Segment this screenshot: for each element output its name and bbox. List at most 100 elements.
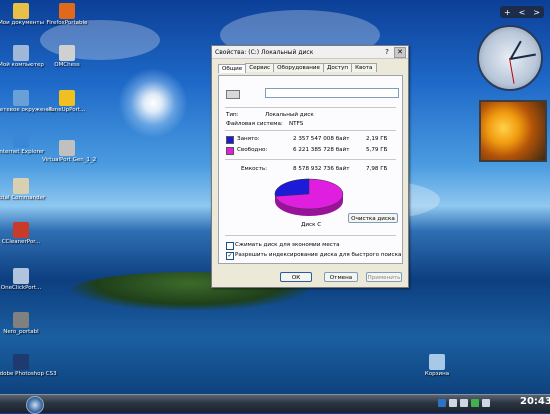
index-checkbox[interactable]: ✓ — [226, 252, 234, 260]
fs-value: NTFS — [289, 121, 304, 127]
compress-checkbox[interactable] — [226, 242, 234, 250]
free-bytes: 6 221 385 728 байт — [293, 147, 350, 153]
tab-hardware[interactable]: Оборудование — [273, 63, 324, 72]
gadget-controls[interactable]: + < > — [500, 6, 544, 18]
start-button[interactable] — [26, 396, 44, 414]
app-icon — [59, 3, 75, 19]
desktop-icon[interactable]: Корзина — [412, 354, 462, 378]
drive-icon — [226, 90, 240, 99]
disk-cleanup-button[interactable]: Очистка диска — [348, 213, 398, 223]
desktop-icon[interactable]: Nero_portabl — [0, 312, 46, 336]
network-icon[interactable] — [449, 399, 457, 407]
apply-button[interactable]: Применить — [366, 272, 402, 282]
desktop-icon-label: Корзина — [424, 371, 450, 377]
desktop-icon-label: CCleanerPor... — [1, 239, 41, 245]
flag-icon[interactable] — [482, 399, 490, 407]
app-icon — [13, 45, 29, 61]
used-gb: 2,19 ГБ — [366, 136, 388, 142]
index-label: Разрешить индексирование диска для быстр… — [235, 252, 402, 258]
app-icon — [59, 90, 75, 106]
help-button[interactable]: ? — [382, 48, 392, 57]
app-icon — [13, 312, 29, 328]
desktop-icon[interactable]: Total Commander — [0, 178, 46, 202]
pie-slice-used — [274, 178, 310, 197]
taskbar-clock[interactable]: 20:43 — [520, 396, 550, 407]
desktop-icon-label: OMChess — [54, 62, 80, 68]
used-color-swatch — [226, 136, 234, 144]
desktop-icon-label: FirefoxPortable — [46, 20, 88, 26]
general-panel: Тип: Локальный диск Файловая система: NT… — [218, 75, 403, 264]
divider — [225, 107, 396, 108]
disk-caption: Диск C — [301, 222, 322, 228]
desktop-icon[interactable]: Мои документы — [0, 3, 46, 27]
desktop-icon[interactable]: TuneUpPort... — [42, 90, 92, 114]
ok-button[interactable]: ОК — [280, 272, 312, 282]
app-icon — [13, 354, 29, 370]
free-color-swatch — [226, 147, 234, 155]
tab-general[interactable]: Общие — [218, 64, 247, 73]
type-label: Тип: — [226, 112, 239, 118]
desktop-icon[interactable]: FirefoxPortable — [42, 3, 92, 27]
app-icon — [13, 268, 29, 284]
add-gadget-icon[interactable]: + — [504, 8, 511, 17]
desktop-icon-label: Мой компьютер — [0, 62, 44, 68]
drive-label-input[interactable] — [265, 88, 399, 98]
desktop-icon[interactable]: OneClickPort... — [0, 268, 46, 292]
used-bytes: 2 357 547 008 байт — [293, 136, 350, 142]
capacity-label: Емкость: — [241, 166, 268, 172]
desktop-icon[interactable]: VirtualPort Gen_1_2 — [42, 140, 97, 164]
fs-label: Файловая система: — [226, 121, 283, 127]
clock-icon[interactable] — [477, 25, 543, 91]
tab-sharing[interactable]: Доступ — [323, 63, 353, 72]
keyboard-icon[interactable] — [438, 399, 446, 407]
type-value: Локальный диск — [265, 112, 314, 118]
used-label: Занято: — [237, 136, 260, 142]
cancel-button[interactable]: Отмена — [324, 272, 358, 282]
desktop-icon[interactable]: Сетевое окружение — [0, 90, 54, 114]
desktop-icon-label: TuneUpPort... — [48, 107, 86, 113]
app-icon — [429, 354, 445, 370]
dialog-titlebar[interactable]: Свойства: (C:) Локальный диск ? ✕ — [212, 46, 408, 59]
desktop-icon[interactable]: Adobe Photoshop CS3 — [0, 354, 57, 378]
desktop-icon-label: OneClickPort... — [0, 285, 42, 291]
app-icon — [13, 3, 29, 19]
desktop-icon-label: Internet Explorer — [0, 149, 45, 155]
capacity-bytes: 8 578 932 736 байт — [293, 166, 350, 172]
system-tray — [438, 397, 490, 409]
flowers-photo[interactable] — [479, 100, 547, 162]
divider — [225, 159, 396, 160]
app-icon — [59, 45, 75, 61]
desktop-icon[interactable]: OMChess — [42, 45, 92, 69]
desktop-icon[interactable]: Internet Explorer — [0, 132, 46, 156]
tab-tools[interactable]: Сервис — [245, 63, 275, 72]
desktop-icon-label: Мои документы — [0, 20, 44, 26]
sun-glare — [118, 68, 188, 138]
desktop-icon-label: Сетевое окружение — [0, 107, 54, 113]
tab-quota[interactable]: Квота — [351, 63, 377, 72]
app-icon — [13, 90, 29, 106]
capacity-gb: 7,98 ГБ — [366, 166, 388, 172]
desktop-icon[interactable]: Мой компьютер — [0, 45, 46, 69]
close-button[interactable]: ✕ — [394, 46, 406, 58]
app-icon — [13, 178, 29, 194]
prev-gadget-icon[interactable]: < — [519, 8, 526, 17]
desktop-icon-label: Nero_portabl — [3, 329, 39, 335]
free-label: Свободно: — [237, 147, 268, 153]
free-gb: 5,79 ГБ — [366, 147, 388, 153]
desktop-icon-label: Total Commander — [0, 195, 46, 201]
desktop-icon[interactable]: CCleanerPor... — [0, 222, 46, 246]
compress-label: Сжимать диск для экономии места — [235, 242, 340, 248]
app-icon — [59, 140, 75, 156]
desktop-icon-label: Adobe Photoshop CS3 — [0, 371, 57, 377]
desktop-icon-label: VirtualPort Gen_1_2 — [42, 157, 97, 163]
security-icon[interactable] — [471, 399, 479, 407]
clock-second-hand — [509, 58, 515, 84]
dialog-tabs: Общие Сервис Оборудование Доступ Квота — [212, 59, 408, 73]
divider — [225, 235, 396, 236]
next-gadget-icon[interactable]: > — [533, 8, 540, 17]
volume-icon[interactable] — [460, 399, 468, 407]
disk-properties-dialog: Свойства: (C:) Локальный диск ? ✕ Общие … — [211, 45, 409, 288]
disk-usage-pie — [274, 178, 344, 216]
app-icon — [13, 222, 29, 238]
dialog-title: Свойства: (C:) Локальный диск — [215, 48, 314, 56]
